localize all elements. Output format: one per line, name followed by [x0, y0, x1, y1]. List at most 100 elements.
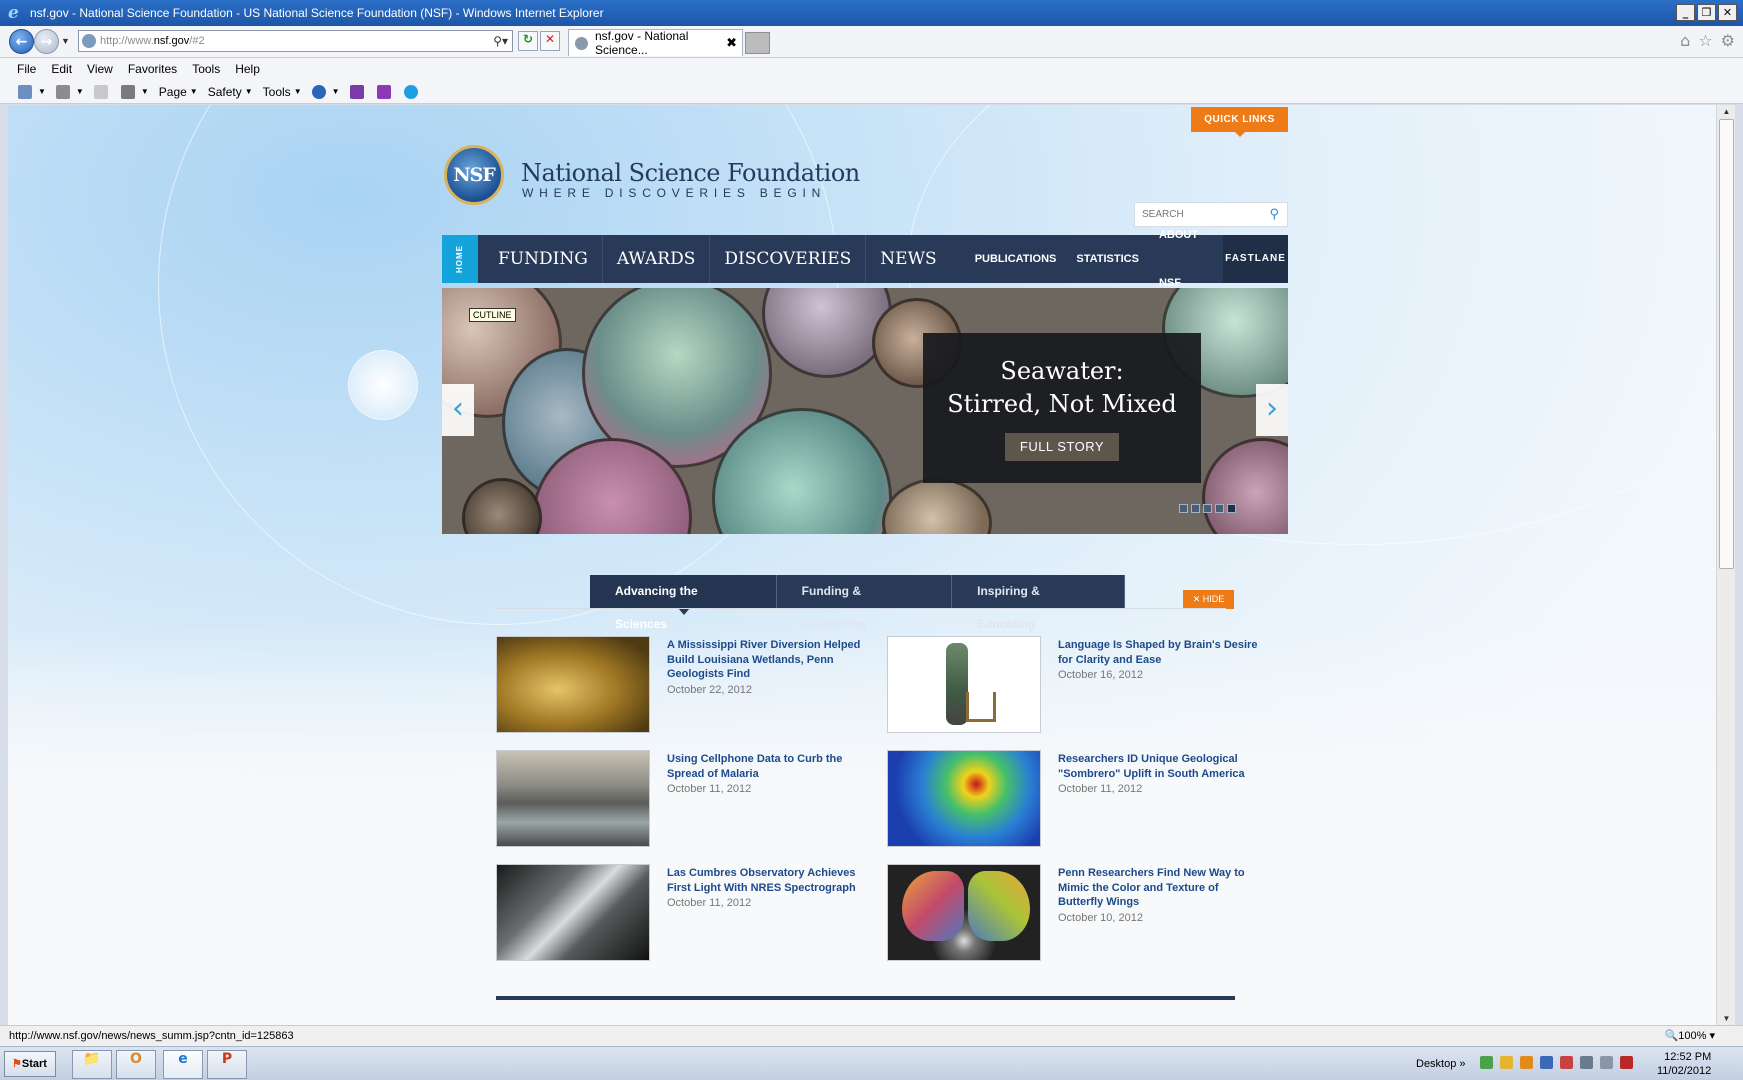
- refresh-button[interactable]: ↻: [518, 31, 538, 51]
- carousel-next-button[interactable]: ›: [1256, 384, 1288, 436]
- home-icon[interactable]: ⌂: [1680, 31, 1690, 50]
- address-search-icon[interactable]: ⚲▾: [493, 34, 508, 48]
- menu-view[interactable]: View: [87, 62, 113, 76]
- nav-news[interactable]: NEWS: [866, 235, 950, 283]
- menu-help[interactable]: Help: [235, 62, 260, 76]
- news-thumbnail[interactable]: [887, 864, 1041, 961]
- carousel-dot[interactable]: [1203, 504, 1212, 513]
- carousel-dot[interactable]: [1191, 504, 1200, 513]
- tray-outlook-icon[interactable]: [1520, 1056, 1533, 1069]
- nav-discoveries[interactable]: DISCOVERIES: [710, 235, 867, 283]
- tray-security-icon[interactable]: [1540, 1056, 1553, 1069]
- news-item[interactable]: Language Is Shaped by Brain's Desire for…: [887, 636, 1267, 734]
- settings-gear-icon[interactable]: ⚙: [1721, 31, 1735, 50]
- news-headline[interactable]: Las Cumbres Observatory Achieves First L…: [667, 867, 856, 894]
- news-item[interactable]: Penn Researchers Find New Way to Mimic t…: [887, 864, 1267, 962]
- nav-awards[interactable]: AWARDS: [603, 235, 711, 283]
- tray-volume-icon[interactable]: [1600, 1056, 1613, 1069]
- quick-links-button[interactable]: QUICK LINKS: [1191, 107, 1288, 137]
- cmd-home-button[interactable]: ▼: [18, 84, 46, 99]
- news-date: October 16, 2012: [1058, 669, 1144, 681]
- onenote-icon[interactable]: [349, 84, 367, 99]
- nav-statistics[interactable]: STATISTICS: [1066, 235, 1149, 283]
- cmd-tools-menu[interactable]: Tools ▼: [263, 85, 302, 99]
- vertical-scrollbar[interactable]: ▲ ▼: [1716, 105, 1735, 1025]
- news-headline[interactable]: A Mississippi River Diversion Helped Bui…: [667, 639, 860, 680]
- cmd-print-button[interactable]: ▼: [120, 84, 149, 99]
- scroll-up-icon[interactable]: ▲: [1720, 105, 1733, 118]
- site-title[interactable]: National Science Foundation: [521, 159, 860, 187]
- cmd-safety-menu[interactable]: Safety ▼: [208, 85, 253, 99]
- tab-close-icon[interactable]: ✖: [726, 36, 737, 51]
- news-item[interactable]: Using Cellphone Data to Curb the Spread …: [496, 750, 876, 848]
- carousel-prev-button[interactable]: ‹: [442, 384, 474, 436]
- powerpoint-taskbar-icon[interactable]: P: [207, 1050, 247, 1079]
- carousel-dot[interactable]: [1227, 504, 1236, 513]
- nav-home[interactable]: HOME: [442, 235, 478, 283]
- tab-advancing-sciences[interactable]: Advancing the Sciences: [590, 575, 777, 631]
- news-item[interactable]: Researchers ID Unique Geological "Sombre…: [887, 750, 1267, 848]
- nav-fastlane[interactable]: FASTLANE: [1223, 235, 1288, 283]
- desktop-toolbar-label[interactable]: Desktop »: [1416, 1058, 1466, 1070]
- scroll-thumb[interactable]: [1719, 119, 1734, 569]
- carousel-dot[interactable]: [1179, 504, 1188, 513]
- search-icon[interactable]: ⚲: [1269, 207, 1279, 222]
- close-window-button[interactable]: ✕: [1718, 4, 1737, 21]
- back-button[interactable]: ←: [9, 29, 34, 54]
- news-item[interactable]: Las Cumbres Observatory Achieves First L…: [496, 864, 876, 962]
- tray-app-icon[interactable]: [1560, 1056, 1573, 1069]
- news-headline[interactable]: Penn Researchers Find New Way to Mimic t…: [1058, 867, 1245, 908]
- minimize-button[interactable]: _: [1676, 4, 1695, 21]
- tray-display-icon[interactable]: [1580, 1056, 1593, 1069]
- carousel-dot[interactable]: [1215, 504, 1224, 513]
- address-url[interactable]: http://www.nsf.gov/#2: [100, 35, 493, 47]
- favorites-star-icon[interactable]: ☆: [1698, 31, 1712, 50]
- start-button[interactable]: ⚑Start: [4, 1051, 56, 1077]
- cmd-page-menu[interactable]: Page ▼: [159, 85, 198, 99]
- news-headline[interactable]: Researchers ID Unique Geological "Sombre…: [1058, 753, 1245, 780]
- menu-file[interactable]: File: [17, 62, 36, 76]
- hide-button[interactable]: ✕ HIDE: [1183, 590, 1234, 609]
- news-item[interactable]: A Mississippi River Diversion Helped Bui…: [496, 636, 876, 734]
- nsf-logo[interactable]: NSF: [444, 145, 504, 205]
- restore-button[interactable]: ❐: [1697, 4, 1716, 21]
- zoom-level[interactable]: 🔍100% ▾: [1665, 1029, 1715, 1042]
- full-story-button[interactable]: FULL STORY: [1005, 433, 1119, 461]
- outlook-taskbar-icon[interactable]: O: [116, 1050, 156, 1079]
- scroll-down-icon[interactable]: ▼: [1720, 1012, 1733, 1025]
- cmd-feeds-button[interactable]: ▼: [55, 84, 84, 99]
- menu-favorites[interactable]: Favorites: [128, 62, 177, 76]
- explorer-taskbar-icon[interactable]: 📁: [72, 1050, 112, 1079]
- news-thumbnail[interactable]: [496, 750, 650, 847]
- nav-funding[interactable]: FUNDING: [478, 235, 603, 283]
- news-thumbnail[interactable]: [887, 636, 1041, 733]
- onenote-send-icon[interactable]: [376, 84, 394, 99]
- tray-mail-icon[interactable]: [1500, 1056, 1513, 1069]
- tab-funding-supporting[interactable]: Funding & Supporting: [777, 575, 953, 631]
- menu-tools[interactable]: Tools: [192, 62, 220, 76]
- history-dropdown-icon[interactable]: ▼: [61, 36, 70, 46]
- nav-publications[interactable]: PUBLICATIONS: [951, 235, 1067, 283]
- news-headline[interactable]: Using Cellphone Data to Curb the Spread …: [667, 753, 842, 780]
- news-thumbnail[interactable]: [887, 750, 1041, 847]
- tray-shield-icon[interactable]: [1620, 1056, 1633, 1069]
- skype-icon[interactable]: [403, 84, 421, 99]
- ie-taskbar-icon[interactable]: e: [163, 1050, 203, 1079]
- news-thumbnail[interactable]: [496, 636, 650, 733]
- menu-edit[interactable]: Edit: [51, 62, 72, 76]
- tray-network-icon[interactable]: [1480, 1056, 1493, 1069]
- hero-carousel[interactable]: CUTLINE ‹ › Seawater: Stirred, Not Mixed …: [442, 288, 1288, 534]
- new-tab-button[interactable]: [745, 32, 770, 54]
- stop-button[interactable]: ✕: [540, 31, 560, 51]
- taskbar-clock[interactable]: 12:52 PM 11/02/2012: [1657, 1050, 1711, 1078]
- address-bar[interactable]: http://www.nsf.gov/#2 ⚲▾: [78, 30, 513, 52]
- browser-tab[interactable]: nsf.gov - National Science... ✖: [568, 29, 743, 57]
- news-thumbnail[interactable]: [496, 864, 650, 961]
- forward-button[interactable]: →: [34, 29, 59, 54]
- cmd-help-button[interactable]: ▼: [311, 84, 340, 99]
- cmd-mail-button[interactable]: [93, 84, 111, 99]
- hero-headline[interactable]: Seawater: Stirred, Not Mixed: [923, 355, 1201, 421]
- status-bar: http://www.nsf.gov/news/news_summ.jsp?cn…: [0, 1025, 1743, 1046]
- tab-inspiring-educating[interactable]: Inspiring & Educating: [952, 575, 1125, 631]
- news-headline[interactable]: Language Is Shaped by Brain's Desire for…: [1058, 639, 1257, 666]
